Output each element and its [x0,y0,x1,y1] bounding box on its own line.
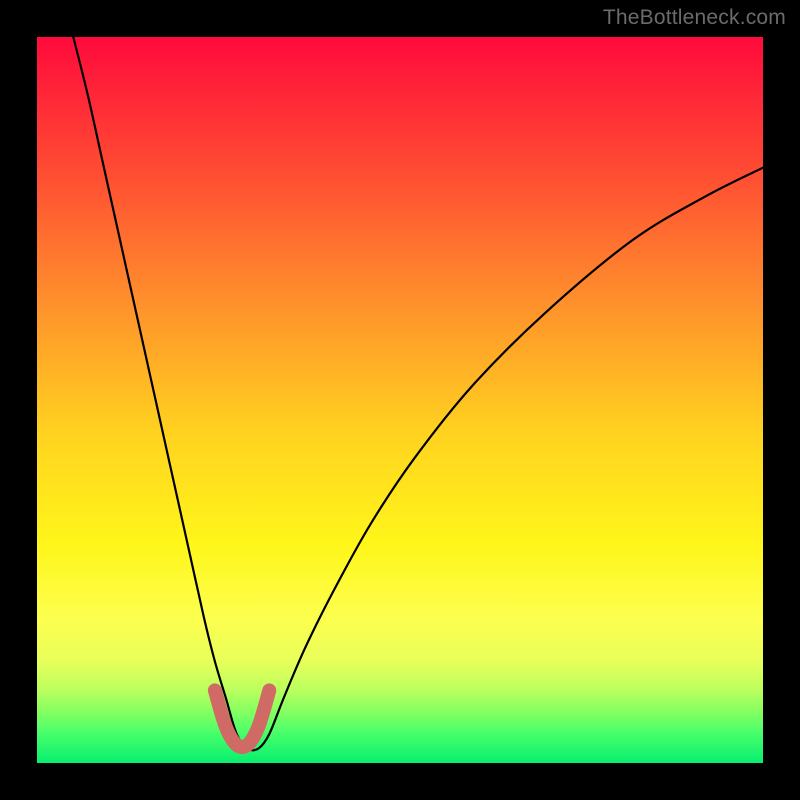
chart-frame: TheBottleneck.com [0,0,800,800]
highlight-segment [215,690,269,747]
chart-svg [37,37,763,763]
bottleneck-curve [73,37,763,750]
watermark-text: TheBottleneck.com [603,6,786,30]
